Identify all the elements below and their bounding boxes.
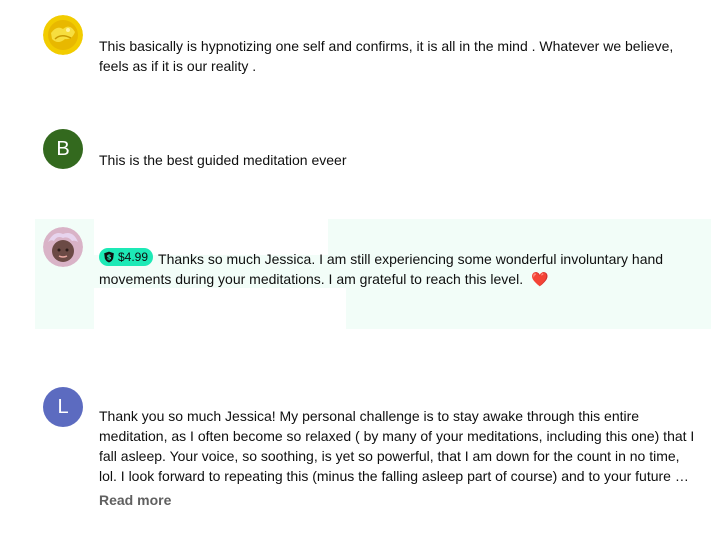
super-thanks-amount: $4.99	[118, 250, 149, 264]
avatar-letter: B	[56, 138, 70, 160]
avatar[interactable]	[43, 15, 83, 55]
comment-thread: This basically is hypnotizing one self a…	[0, 0, 711, 110]
read-more-button[interactable]: Read more	[99, 490, 171, 510]
comment-body: Thanks so much Jessica. I am still exper…	[99, 251, 664, 287]
avatar[interactable]: L	[43, 387, 83, 427]
comment-text: $ $4.99 Thanks so much Jessica. I am sti…	[99, 248, 695, 289]
comment-text: This is the best guided meditation eveer	[99, 152, 347, 168]
avatar-image	[43, 15, 83, 55]
avatar[interactable]	[43, 227, 83, 267]
svg-text:$: $	[107, 254, 112, 262]
comment-text: This basically is hypnotizing one self a…	[99, 38, 674, 74]
avatar-letter: L	[57, 396, 69, 418]
comment-thread: B This is the best guided meditation eve…	[0, 110, 711, 220]
super-thanks-badge: $ $4.99	[99, 248, 154, 266]
avatar[interactable]: B	[43, 129, 83, 169]
comment-thread: L Thank you so much Jessica! My personal…	[0, 370, 711, 555]
comment-text: Thank you so much Jessica! My personal c…	[99, 408, 695, 484]
comment-thread: $ $4.99 Thanks so much Jessica. I am sti…	[0, 220, 711, 330]
super-thanks-dollar-icon: $	[104, 251, 114, 263]
heart-emoji: ❤️	[530, 271, 549, 287]
avatar-image	[43, 227, 83, 267]
comments-section: This basically is hypnotizing one self a…	[0, 0, 711, 555]
